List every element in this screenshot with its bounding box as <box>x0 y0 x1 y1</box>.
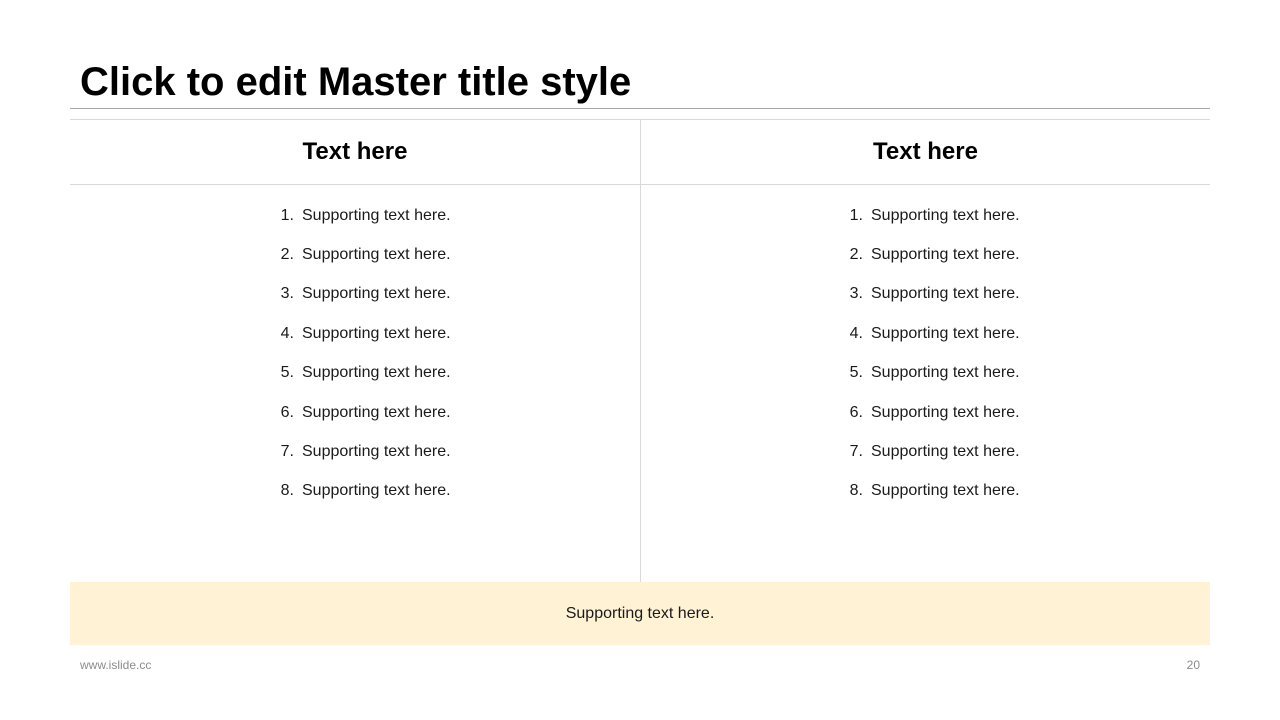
list-item[interactable]: 2. Supporting text here. <box>262 235 451 274</box>
list-number: 2. <box>280 246 294 264</box>
list-text: Supporting text here. <box>302 324 451 342</box>
list-number: 4. <box>849 324 863 342</box>
list-number: 7. <box>280 443 294 461</box>
list-number: 8. <box>280 482 294 500</box>
list-item[interactable]: 2. Supporting text here. <box>831 235 1020 274</box>
list-item[interactable]: 4. Supporting text here. <box>831 314 1020 353</box>
page-number: 20 <box>1186 658 1200 672</box>
list-text: Supporting text here. <box>302 246 451 264</box>
footer-text: Supporting text here. <box>565 604 715 622</box>
list-item[interactable]: 7. Supporting text here. <box>831 432 1020 471</box>
column-header-left[interactable]: Text here <box>70 120 640 184</box>
list-text: Supporting text here. <box>871 403 1020 421</box>
list-text: Supporting text here. <box>302 364 451 382</box>
list-item[interactable]: 8. Supporting text here. <box>831 472 1020 511</box>
slide-title[interactable]: Click to edit Master title style <box>80 58 631 106</box>
list-number: 6. <box>849 403 863 421</box>
list-number: 2. <box>849 246 863 264</box>
list-text: Supporting text here. <box>302 443 451 461</box>
list-item[interactable]: 8. Supporting text here. <box>262 472 451 511</box>
numbered-list-right: 1. Supporting text here. 2. Supporting tex… <box>831 196 1020 511</box>
list-text: Supporting text here. <box>871 482 1020 500</box>
slide: Click to edit Master title style Text he… <box>0 0 1280 720</box>
list-text: Supporting text here. <box>871 443 1020 461</box>
list-number: 7. <box>849 443 863 461</box>
list-text: Supporting text here. <box>302 206 451 224</box>
list-number: 8. <box>849 482 863 500</box>
list-number: 5. <box>280 364 294 382</box>
numbered-list-left: 1. Supporting text here. 2. Supporting tex… <box>262 196 451 511</box>
list-item[interactable]: 3. Supporting text here. <box>831 275 1020 314</box>
list-item[interactable]: 7. Supporting text here. <box>262 432 451 471</box>
list-text: Supporting text here. <box>871 324 1020 342</box>
list-item[interactable]: 5. Supporting text here. <box>262 354 451 393</box>
list-number: 6. <box>280 403 294 421</box>
list-text: Supporting text here. <box>871 246 1020 264</box>
column-header-right[interactable]: Text here <box>641 120 1210 184</box>
list-text: Supporting text here. <box>871 364 1020 382</box>
title-underline <box>70 108 1210 109</box>
list-item[interactable]: 6. Supporting text here. <box>831 393 1020 432</box>
list-item[interactable]: 3. Supporting text here. <box>262 275 451 314</box>
list-item[interactable]: 4. Supporting text here. <box>262 314 451 353</box>
list-number: 4. <box>280 324 294 342</box>
website-label: www.islide.cc <box>80 658 152 672</box>
list-item[interactable]: 6. Supporting text here. <box>262 393 451 432</box>
list-number: 1. <box>280 206 294 224</box>
list-text: Supporting text here. <box>302 403 451 421</box>
list-item[interactable]: 5. Supporting text here. <box>831 354 1020 393</box>
list-item[interactable]: 1. Supporting text here. <box>831 196 1020 235</box>
list-number: 3. <box>849 285 863 303</box>
list-text: Supporting text here. <box>871 285 1020 303</box>
footer-highlight-band[interactable]: Supporting text here. <box>70 582 1210 645</box>
list-number: 1. <box>849 206 863 224</box>
list-number: 3. <box>280 285 294 303</box>
list-text: Supporting text here. <box>871 206 1020 224</box>
list-item[interactable]: 1. Supporting text here. <box>262 196 451 235</box>
list-text: Supporting text here. <box>302 482 451 500</box>
list-number: 5. <box>849 364 863 382</box>
column-divider <box>640 120 641 582</box>
table-header-border <box>70 184 1210 185</box>
list-text: Supporting text here. <box>302 285 451 303</box>
